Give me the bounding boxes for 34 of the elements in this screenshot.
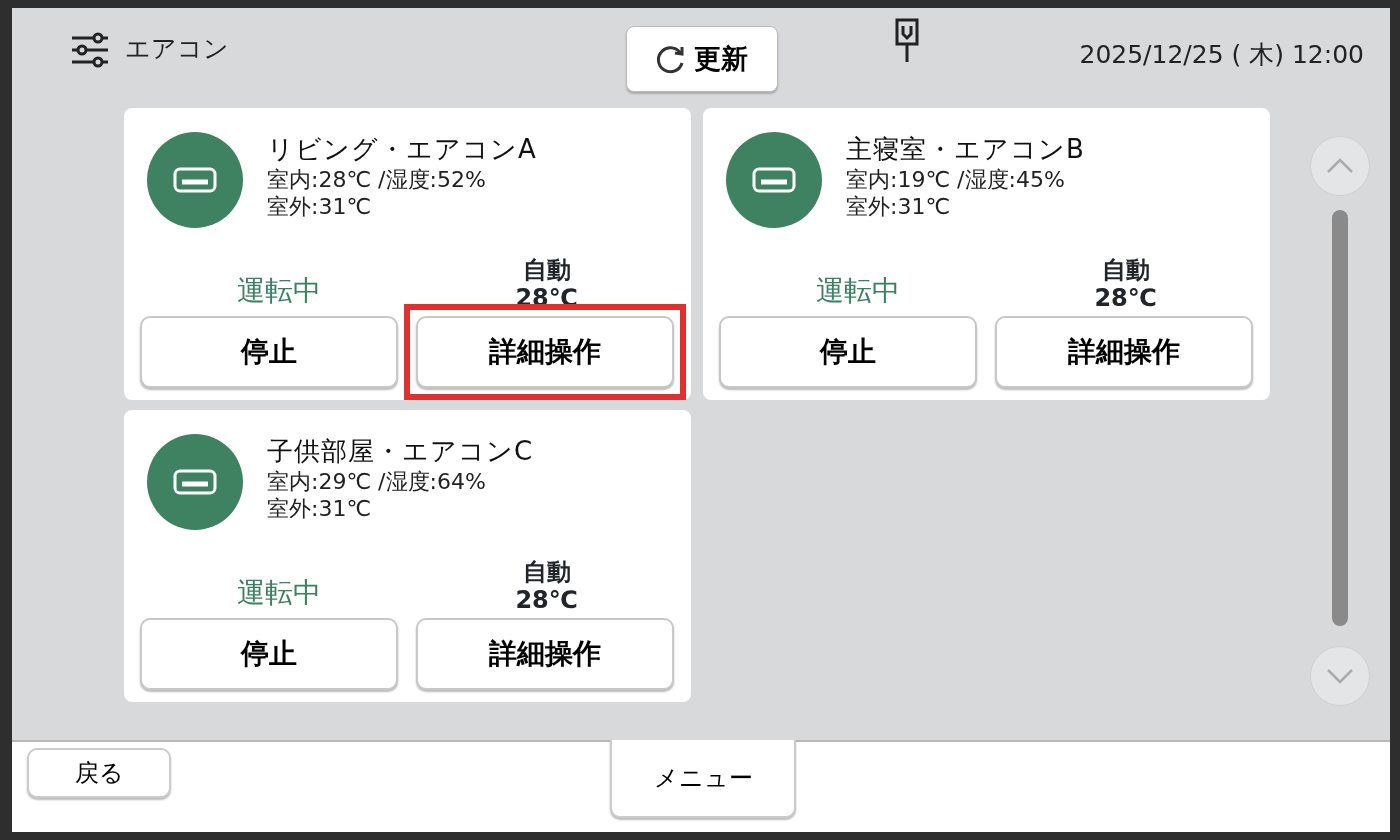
details-button[interactable]: 詳細操作 <box>416 618 674 690</box>
running-status: 運転中 <box>816 273 901 309</box>
mode-label: 自動 <box>522 558 571 586</box>
date-time: 2025/12/25 ( 木) 12:00 <box>1079 39 1364 71</box>
chevron-up-icon <box>1326 158 1354 174</box>
unit-name: 主寝室・エアコンB <box>846 133 1085 166</box>
stop-button[interactable]: 停止 <box>140 316 398 388</box>
refresh-icon <box>656 44 686 74</box>
scrollbar[interactable] <box>1332 210 1348 626</box>
plug-icon <box>894 18 920 64</box>
menu-button[interactable]: メニュー <box>610 740 796 818</box>
details-button[interactable]: 詳細操作 <box>416 316 674 388</box>
stop-button[interactable]: 停止 <box>719 316 977 388</box>
setpoint-temperature: 28℃ <box>1094 284 1157 312</box>
details-button[interactable]: 詳細操作 <box>995 316 1253 388</box>
back-button[interactable]: 戻る <box>27 748 171 798</box>
refresh-button[interactable]: 更新 <box>626 26 778 92</box>
settings-icon <box>70 32 110 68</box>
running-status: 運転中 <box>237 273 322 309</box>
running-status: 運転中 <box>237 575 322 611</box>
setpoint-temperature: 28℃ <box>515 586 578 614</box>
unit-name: 子供部屋・エアコンC <box>267 435 534 468</box>
stop-button[interactable]: 停止 <box>140 618 398 690</box>
outdoor-reading: 室外:31℃ <box>846 193 952 220</box>
page-title: エアコン <box>125 33 229 65</box>
indoor-reading: 室内:19℃ /湿度:45% <box>846 166 1066 193</box>
outdoor-reading: 室外:31℃ <box>267 193 373 220</box>
indoor-reading: 室内:29℃ /湿度:64% <box>267 468 487 495</box>
indoor-reading: 室内:28℃ /湿度:52% <box>267 166 487 193</box>
mode-label: 自動 <box>522 256 571 284</box>
chevron-down-icon <box>1326 668 1354 684</box>
outdoor-reading: 室外:31℃ <box>267 495 373 522</box>
mode-label: 自動 <box>1101 256 1150 284</box>
unit-name: リビング・エアコンA <box>267 133 537 166</box>
